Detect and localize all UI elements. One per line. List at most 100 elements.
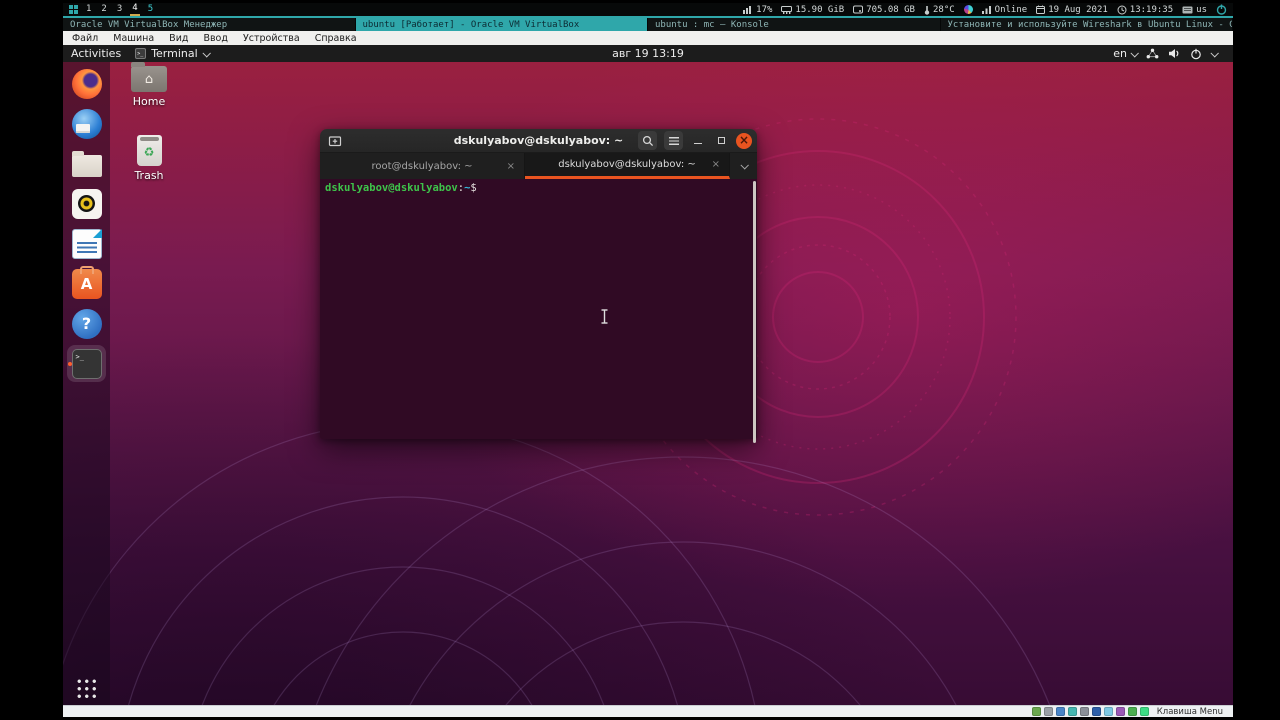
dock-item-libreoffice-writer[interactable] — [67, 225, 106, 262]
maximize-icon — [717, 137, 725, 144]
desktop-icon-home[interactable]: ⌂ Home — [116, 62, 182, 108]
virtualbox-menubar: Файл Машина Вид Ввод Устройства Справка — [63, 31, 1233, 46]
statusbar-icon[interactable] — [1043, 707, 1053, 716]
dock-item-terminal-running[interactable]: >_ — [67, 345, 106, 382]
dock-item-ubuntu-software[interactable]: A — [67, 265, 106, 302]
statusbar-icon[interactable] — [1103, 707, 1113, 716]
network-icon[interactable] — [1146, 48, 1159, 59]
dock-item-files[interactable] — [67, 145, 106, 182]
close-button[interactable]: × — [736, 132, 752, 149]
clock-icon — [1117, 5, 1127, 14]
trash-icon: ♻ — [136, 135, 162, 166]
temperature-indicator: 28°C — [924, 5, 955, 15]
workspace-4-active[interactable]: 4 — [130, 3, 140, 16]
statusbar-icon[interactable] — [1139, 707, 1149, 716]
menu-machine[interactable]: Машина — [113, 33, 154, 44]
statusbar-icon[interactable] — [1079, 707, 1089, 716]
virtualbox-statusbar: Клавиша Menu — [63, 705, 1233, 717]
statusbar-icon[interactable] — [1031, 707, 1041, 716]
tab-user-session-active[interactable]: dskulyabov@dskulyabov: ~ × — [525, 153, 730, 179]
terminal-window: dskulyabov@dskulyabov: ~ × root@dskulyab… — [320, 129, 757, 443]
terminal-tab-bar: root@dskulyabov: ~ × dskulyabov@dskulyab… — [320, 153, 757, 179]
task-chrome[interactable]: Установите и используйте Wireshark в Ubu… — [941, 18, 1233, 31]
tab-root-session[interactable]: root@dskulyabov: ~ × — [320, 153, 525, 179]
host-taskbar: Oracle VM VirtualBox Менеджер ubuntu [Ра… — [63, 18, 1233, 31]
menu-devices[interactable]: Устройства — [243, 33, 300, 44]
new-tab-button[interactable] — [325, 131, 345, 150]
chevron-down-icon — [739, 161, 749, 170]
menu-help[interactable]: Справка — [315, 33, 357, 44]
dock-item-help[interactable]: ? — [67, 305, 106, 342]
libreoffice-writer-icon — [71, 228, 102, 259]
host-panel-top: 1 2 3 4 5 17% 15.90 GiB 705.08 GB 28°C O… — [63, 3, 1233, 18]
clock-label[interactable]: авг 19 13:19 — [612, 47, 684, 60]
ubuntu-software-icon: A — [71, 265, 102, 299]
search-button[interactable] — [638, 131, 657, 150]
hamburger-menu-button[interactable] — [664, 131, 683, 150]
dock: A ? >_ — [63, 62, 110, 705]
statusbar-icon[interactable] — [1055, 707, 1065, 716]
statusbar-icon[interactable] — [1127, 707, 1137, 716]
thermometer-icon — [924, 5, 930, 15]
statusbar-icon[interactable] — [1115, 707, 1125, 716]
menu-view[interactable]: Вид — [169, 33, 188, 44]
desktop-icon-trash[interactable]: ♻ Trash — [116, 135, 182, 182]
screen-area: 1 2 3 4 5 17% 15.90 GiB 705.08 GB 28°C O… — [63, 3, 1233, 717]
help-icon: ? — [71, 308, 102, 339]
menu-input[interactable]: Ввод — [203, 33, 228, 44]
new-tab-icon — [328, 136, 342, 147]
workspace-1[interactable]: 1 — [84, 4, 93, 15]
network-indicator: Online — [981, 5, 1027, 15]
keyboard-icon — [1182, 6, 1193, 13]
thunderbird-icon — [71, 108, 102, 139]
search-icon — [642, 135, 653, 146]
maximize-button[interactable] — [713, 133, 729, 149]
keyboard-layout-indicator[interactable]: us — [1182, 5, 1207, 15]
tab-close-icon[interactable]: × — [712, 159, 720, 170]
date-indicator: 19 Aug 2021 — [1036, 5, 1108, 15]
workspace-3[interactable]: 3 — [115, 4, 124, 15]
host-power-button[interactable] — [1216, 4, 1227, 15]
dock-item-firefox[interactable] — [67, 65, 106, 102]
terminal-icon: >_ — [71, 348, 102, 379]
terminal-scrollbar[interactable] — [753, 181, 756, 443]
cpu-chart-icon — [743, 6, 752, 14]
firefox-icon — [71, 68, 102, 99]
workspace-2[interactable]: 2 — [99, 4, 108, 15]
task-ubuntu-vm-active[interactable]: ubuntu [Работает] - Oracle VM VirtualBox — [355, 18, 648, 31]
time-indicator: 13:19:35 — [1117, 5, 1173, 15]
task-virtualbox-manager[interactable]: Oracle VM VirtualBox Менеджер — [63, 18, 356, 31]
screenshot-root: 1 2 3 4 5 17% 15.90 GiB 705.08 GB 28°C O… — [0, 0, 1280, 720]
menu-icon — [668, 136, 679, 145]
system-tray-stats: 17% 15.90 GiB 705.08 GB 28°C Online 19 A… — [743, 4, 1227, 15]
calendar-icon — [1036, 5, 1046, 14]
minimize-button[interactable] — [690, 133, 706, 149]
tab-list-chevron[interactable] — [730, 153, 757, 179]
show-applications-button[interactable] — [76, 678, 97, 699]
cpu-indicator: 17% — [743, 5, 772, 15]
input-source-indicator[interactable]: en — [1113, 47, 1139, 60]
workspace-grid-icon — [69, 5, 78, 14]
memory-icon — [781, 6, 793, 14]
disk-indicator: 705.08 GB — [853, 5, 915, 15]
menu-file[interactable]: Файл — [72, 33, 98, 44]
statusbar-icon[interactable] — [1091, 707, 1101, 716]
signal-bars-icon — [981, 6, 991, 14]
tab-close-icon[interactable]: × — [507, 161, 515, 172]
files-icon — [71, 151, 102, 177]
dock-item-rhythmbox[interactable] — [67, 185, 106, 222]
volume-icon[interactable] — [1168, 48, 1181, 59]
power-icon[interactable] — [1190, 48, 1202, 60]
terminal-screen[interactable]: dskulyabov@dskulyabov:~$ — [320, 179, 757, 439]
task-konsole[interactable]: ubuntu : mc — Konsole — [648, 18, 941, 31]
minimize-icon — [694, 142, 702, 145]
workspace-5[interactable]: 5 — [146, 4, 155, 15]
terminal-titlebar[interactable]: dskulyabov@dskulyabov: ~ × — [320, 129, 757, 153]
home-folder-icon: ⌂ — [131, 62, 167, 92]
chevron-down-icon — [1130, 48, 1139, 58]
usage-pie-icon[interactable] — [963, 5, 973, 14]
dock-item-thunderbird[interactable] — [67, 105, 106, 142]
rhythmbox-icon — [71, 188, 102, 219]
gnome-top-bar: Activities >_ Terminal авг 19 13:19 en — [63, 45, 1233, 62]
statusbar-icon[interactable] — [1067, 707, 1077, 716]
